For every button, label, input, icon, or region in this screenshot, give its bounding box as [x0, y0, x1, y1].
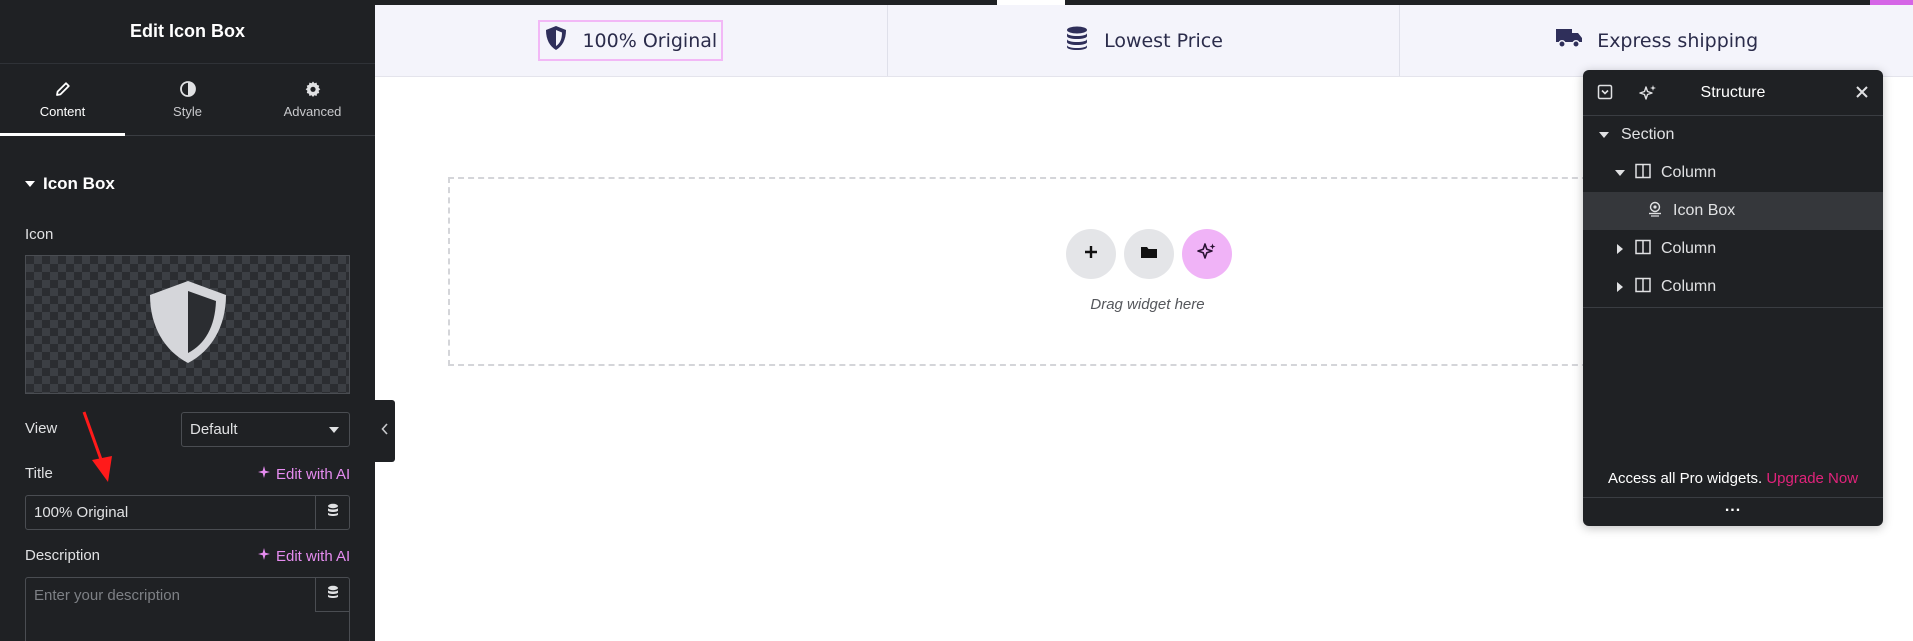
structure-title: Structure: [1700, 83, 1766, 101]
caret-down-icon: [25, 181, 35, 187]
title-input-value[interactable]: 100% Original: [26, 496, 315, 529]
icon-picker-preview[interactable]: [25, 255, 350, 394]
description-edit-with-ai-link[interactable]: Edit with AI: [257, 547, 350, 565]
title-label: Title: [25, 465, 53, 482]
tree-item-label: Column: [1661, 240, 1717, 257]
structure-panel: Structure Section Column Icon Box Column…: [1583, 70, 1883, 526]
upgrade-now-link[interactable]: Upgrade Now: [1766, 470, 1858, 487]
tab-content[interactable]: Content: [0, 64, 125, 136]
description-textarea[interactable]: Enter your description: [25, 577, 350, 641]
gear-icon: [304, 80, 322, 98]
drop-zone-actions: [1066, 229, 1232, 279]
add-template-button[interactable]: [1124, 229, 1174, 279]
expand-caret-icon[interactable]: [1613, 282, 1627, 292]
feature-label: 100% Original: [582, 29, 718, 52]
collapse-all-icon[interactable]: [1597, 84, 1613, 105]
column-icon: [1635, 239, 1651, 260]
pencil-icon: [54, 80, 72, 98]
tab-advanced-label: Advanced: [283, 104, 342, 119]
tree-item-section[interactable]: Section: [1583, 116, 1883, 154]
dynamic-tags-button[interactable]: [315, 578, 349, 612]
ai-generate-button[interactable]: [1182, 229, 1232, 279]
feature-item-original[interactable]: 100% Original: [375, 5, 888, 76]
panel-title: Edit Icon Box: [129, 21, 245, 41]
sparkle-icon: [257, 547, 271, 565]
section-toggle-icon-box[interactable]: Icon Box: [25, 174, 115, 194]
expand-caret-icon[interactable]: [1613, 170, 1627, 176]
close-icon[interactable]: [1855, 85, 1869, 104]
tab-style-label: Style: [173, 104, 202, 119]
promo-text: Access all Pro widgets.: [1607, 470, 1763, 487]
column-icon: [1635, 163, 1651, 184]
drop-zone-label: Drag widget here: [1090, 296, 1205, 313]
ai-sparkle-icon[interactable]: [1639, 84, 1657, 107]
description-edit-with-ai-label: Edit with AI: [276, 547, 351, 565]
tree-divider: [1583, 307, 1883, 308]
panel-header: Edit Icon Box: [0, 0, 375, 64]
half-circle-icon: [179, 80, 197, 98]
tree-item-label: Column: [1661, 278, 1717, 295]
collapse-panel-button[interactable]: [375, 400, 395, 462]
widget-drop-zone[interactable]: [448, 177, 1608, 366]
dynamic-tags-button[interactable]: [315, 496, 349, 529]
panel-tabs: Content Style Advanced: [0, 64, 375, 136]
title-edit-with-ai-link[interactable]: Edit with AI: [257, 465, 350, 483]
icon-box-widget-icon: [1647, 201, 1663, 222]
chevron-left-icon: [381, 422, 389, 440]
shield-icon: [544, 25, 568, 56]
feature-label: Lowest Price: [1104, 29, 1223, 52]
feature-item-lowest-price[interactable]: Lowest Price: [888, 5, 1401, 76]
description-label: Description: [25, 547, 101, 564]
feature-item-express-shipping[interactable]: Express shipping: [1400, 5, 1913, 76]
icon-label: Icon: [25, 226, 54, 243]
editor-panel: Edit Icon Box Content Style Advanced Ico…: [0, 0, 375, 641]
database-icon: [327, 503, 339, 522]
expand-caret-icon[interactable]: [1597, 132, 1611, 138]
sparkle-icon: [1197, 242, 1217, 267]
title-edit-with-ai-label: Edit with AI: [276, 465, 351, 483]
shield-icon: [143, 277, 233, 372]
sparkle-icon: [257, 465, 271, 483]
section-title: Icon Box: [43, 174, 115, 193]
view-select-value: Default: [190, 421, 238, 438]
tree-item-icon-box[interactable]: Icon Box: [1583, 192, 1883, 230]
chevron-down-icon: [329, 426, 339, 433]
tab-content-label: Content: [39, 104, 86, 119]
feature-label: Express shipping: [1597, 29, 1759, 52]
column-icon: [1635, 277, 1651, 298]
structure-tree: Section Column Icon Box Column Column: [1583, 116, 1883, 308]
coins-icon: [1064, 25, 1090, 56]
selected-icon-box[interactable]: 100% Original: [538, 20, 724, 61]
tab-advanced[interactable]: Advanced: [250, 64, 375, 135]
description-placeholder[interactable]: Enter your description: [26, 578, 315, 641]
folder-icon: [1140, 244, 1158, 265]
tree-item-column[interactable]: Column: [1583, 230, 1883, 268]
structure-header: Structure: [1583, 70, 1883, 116]
add-section-button[interactable]: [1066, 229, 1116, 279]
pro-promo: Access all Pro widgets. Upgrade Now: [1583, 470, 1883, 487]
plus-icon: [1083, 244, 1099, 265]
red-arrow-annotation: [82, 411, 112, 482]
view-select[interactable]: Default: [181, 412, 350, 447]
expand-caret-icon[interactable]: [1613, 244, 1627, 254]
tree-item-column[interactable]: Column: [1583, 154, 1883, 192]
tree-item-label: Icon Box: [1673, 202, 1736, 219]
tree-item-column[interactable]: Column: [1583, 268, 1883, 306]
tree-item-label: Column: [1661, 164, 1717, 181]
view-label: View: [25, 420, 58, 437]
features-bar: 100% Original Lowest Price Express shipp…: [375, 5, 1913, 77]
title-input[interactable]: 100% Original: [25, 495, 350, 530]
tree-item-label: Section: [1621, 126, 1675, 143]
database-icon: [327, 585, 339, 604]
tab-style[interactable]: Style: [125, 64, 250, 135]
more-options-button[interactable]: ...: [1583, 497, 1883, 525]
truck-icon: [1555, 27, 1583, 54]
